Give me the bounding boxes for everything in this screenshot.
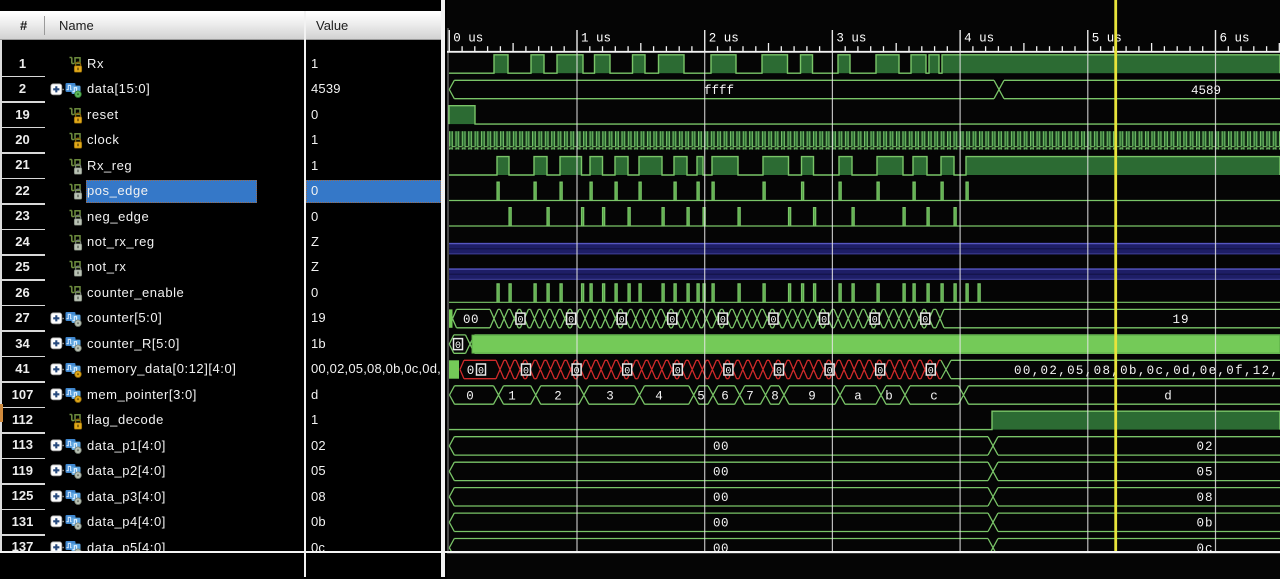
svg-text:0: 0	[619, 315, 625, 326]
svg-text:0: 0	[466, 389, 474, 403]
svg-text:05: 05	[1196, 466, 1213, 480]
svg-text:0: 0	[467, 364, 476, 378]
svg-text:0: 0	[720, 315, 726, 326]
svg-text:3: 3	[606, 389, 614, 403]
svg-text:0: 0	[922, 315, 928, 326]
svg-text:ffff: ffff	[704, 84, 734, 98]
svg-text:a: a	[854, 389, 862, 403]
svg-text:3 us: 3 us	[836, 32, 866, 46]
svg-text:0: 0	[517, 315, 523, 326]
svg-text:19: 19	[1172, 313, 1189, 327]
svg-text:0: 0	[877, 366, 883, 377]
svg-text:0: 0	[455, 341, 461, 352]
svg-text:0: 0	[928, 366, 934, 377]
svg-text:0: 0	[523, 366, 529, 377]
svg-text:0: 0	[821, 315, 827, 326]
svg-text:00: 00	[713, 517, 729, 531]
svg-text:0: 0	[776, 366, 782, 377]
svg-text:2: 2	[554, 389, 562, 403]
svg-text:d: d	[1164, 389, 1172, 403]
svg-text:08: 08	[1196, 491, 1213, 505]
svg-text:0: 0	[568, 315, 574, 326]
svg-text:0: 0	[827, 366, 833, 377]
svg-text:4589: 4589	[1191, 84, 1221, 98]
svg-text:00: 00	[713, 491, 729, 505]
svg-text:0 us: 0 us	[453, 32, 483, 46]
svg-text:1 us: 1 us	[581, 32, 611, 46]
svg-text:02: 02	[1196, 440, 1213, 454]
svg-text:c: c	[930, 389, 938, 403]
svg-text:5: 5	[697, 389, 705, 403]
svg-text:1: 1	[508, 389, 516, 403]
svg-text:b: b	[885, 389, 893, 403]
svg-text:6 us: 6 us	[1220, 32, 1250, 46]
svg-text:9: 9	[808, 389, 816, 403]
svg-text:0: 0	[624, 366, 630, 377]
svg-text:0: 0	[872, 315, 878, 326]
svg-text:0: 0	[675, 366, 681, 377]
svg-text:0: 0	[725, 366, 731, 377]
svg-text:4: 4	[655, 389, 663, 403]
svg-text:0: 0	[770, 315, 776, 326]
svg-text:7: 7	[746, 389, 754, 403]
svg-text:0: 0	[478, 366, 484, 377]
svg-text:00: 00	[463, 313, 479, 327]
svg-text:6: 6	[721, 389, 729, 403]
svg-text:8: 8	[771, 389, 779, 403]
svg-text:00: 00	[713, 440, 729, 454]
svg-text:00: 00	[713, 466, 729, 480]
svg-text:0: 0	[669, 315, 675, 326]
svg-text:0b: 0b	[1196, 517, 1213, 531]
svg-text:4 us: 4 us	[964, 32, 994, 46]
svg-text:5 us: 5 us	[1092, 32, 1122, 46]
svg-text:2 us: 2 us	[709, 32, 739, 46]
svg-text:00,02,05,08,0b,0c,0d,0e,0f,12,: 00,02,05,08,0b,0c,0d,0e,0f,12,	[1014, 364, 1278, 378]
